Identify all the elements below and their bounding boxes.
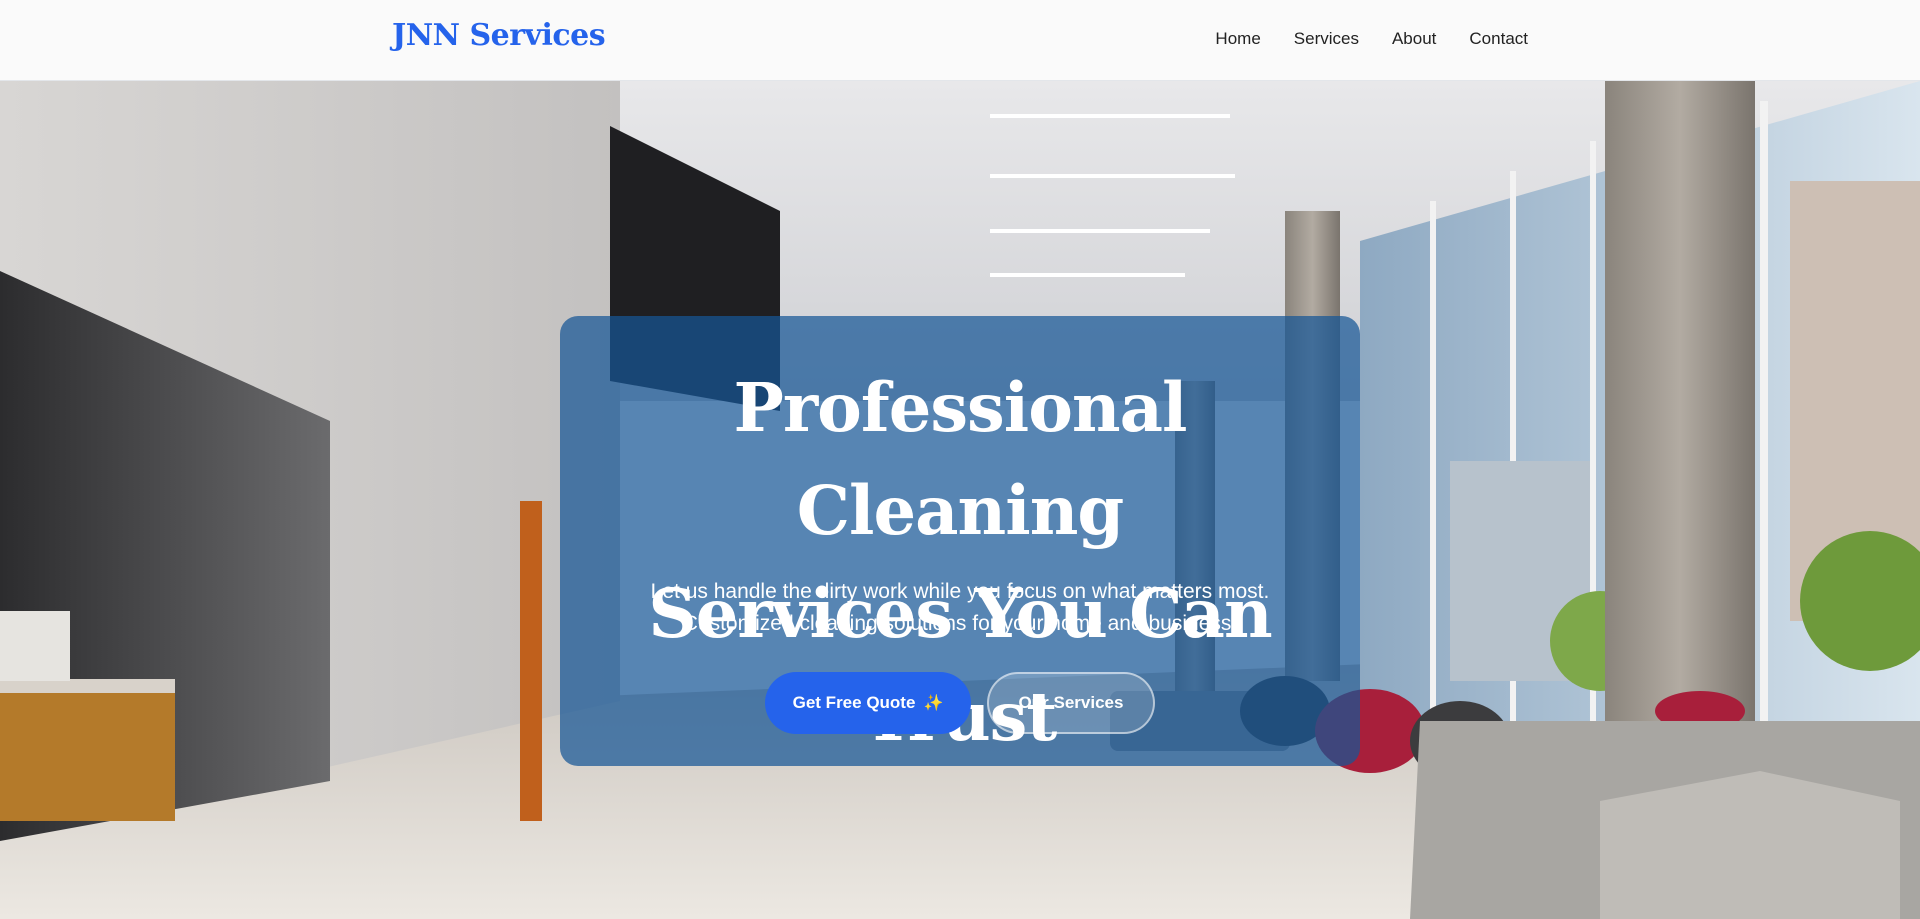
hero-subtitle-line2: Customized cleaning solutions for your h…: [682, 612, 1238, 635]
hero-buttons: Get Free Quote ✨ Our Services: [560, 672, 1360, 734]
nav-contact[interactable]: Contact: [1469, 29, 1528, 49]
nav-about[interactable]: About: [1392, 29, 1436, 49]
hero-card: Professional Cleaning Services You Can T…: [560, 316, 1360, 766]
navbar: JNN Services Home Services About Contact: [0, 0, 1920, 81]
main-nav: Home Services About Contact: [1215, 29, 1528, 49]
logo[interactable]: JNN Services: [392, 18, 606, 53]
our-services-button[interactable]: Our Services: [987, 672, 1155, 734]
nav-home[interactable]: Home: [1215, 29, 1260, 49]
hero-subtitle: Let us handle the dirty work while you f…: [560, 576, 1360, 640]
hero-section: Professional Cleaning Services You Can T…: [0, 81, 1920, 919]
hero-title-line1: Professional Cleaning: [733, 368, 1188, 550]
sparkle-icon: ✨: [923, 695, 944, 712]
get-free-quote-button[interactable]: Get Free Quote ✨: [765, 672, 971, 734]
get-free-quote-label: Get Free Quote: [792, 693, 916, 712]
nav-services[interactable]: Services: [1294, 29, 1359, 49]
hero-subtitle-line1: Let us handle the dirty work while you f…: [650, 580, 1270, 603]
